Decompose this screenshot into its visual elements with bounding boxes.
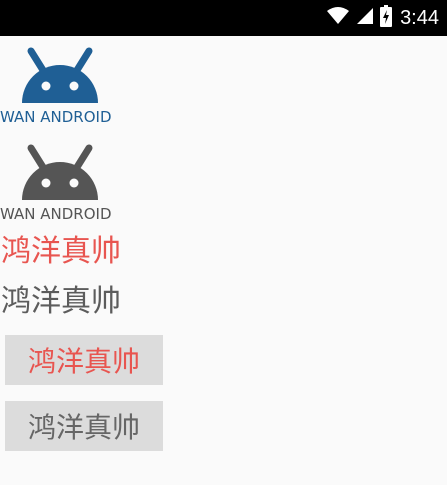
wan-android-logo-gray: WAN ANDROID (0, 139, 120, 224)
logo-text: WAN ANDROID (0, 205, 112, 223)
cell-signal-icon (356, 6, 374, 30)
status-time: 3:44 (400, 6, 439, 29)
android-head-icon (22, 144, 98, 200)
battery-icon (380, 5, 393, 31)
status-icons: 3:44 (326, 0, 439, 36)
text-red: 鸿洋真帅 (1, 234, 121, 269)
gray-text-button[interactable]: 鸿洋真帅 (5, 401, 163, 451)
text-gray: 鸿洋真帅 (1, 284, 121, 319)
wan-android-logo-blue: WAN ANDROID (0, 42, 120, 127)
android-head-icon (22, 47, 98, 103)
red-text-button[interactable]: 鸿洋真帅 (5, 335, 163, 385)
wifi-icon (326, 6, 350, 30)
content-area: WAN ANDROID WAN ANDROID 鸿洋真帅 鸿洋真帅 鸿洋真帅 鸿… (0, 36, 447, 485)
logo-text: WAN ANDROID (0, 108, 112, 126)
status-bar: 3:44 (0, 0, 447, 36)
